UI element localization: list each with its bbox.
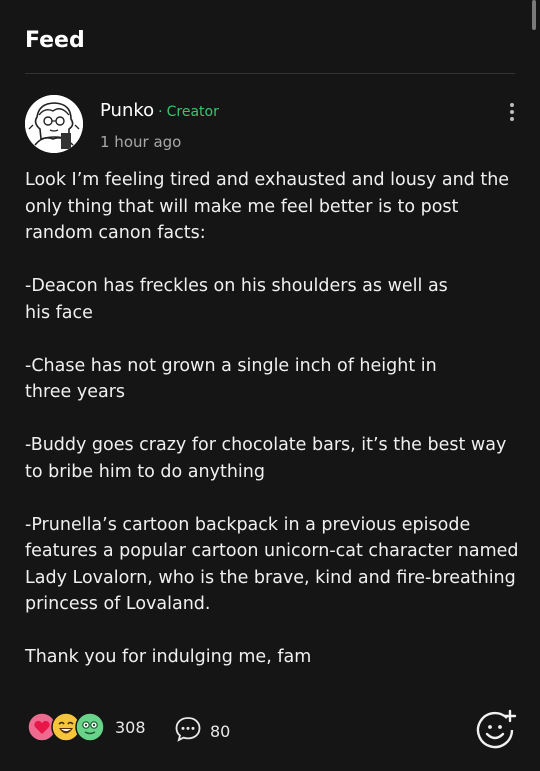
author-avatar[interactable]: [25, 95, 83, 153]
reaction-count: 308: [115, 717, 146, 737]
post-paragraph: Look I’m feeling tired and exhausted and…: [25, 170, 510, 243]
post-paragraph: Thank you for indulging me, fam: [25, 647, 312, 667]
header-divider: [25, 73, 515, 74]
vertical-dots-icon: [510, 110, 514, 114]
vertical-dots-icon: [510, 117, 514, 121]
comment-count: 80: [210, 721, 231, 741]
post-timestamp: 1 hour ago: [100, 133, 182, 151]
post-body: Look I’m feeling tired and exhausted and…: [25, 167, 520, 697]
role-separator: ·: [158, 104, 163, 120]
scrollbar[interactable]: [532, 0, 536, 30]
author-name[interactable]: Punko: [100, 100, 154, 121]
speech-bubble-icon: [174, 715, 202, 747]
post-paragraph: -Chase has not grown a single inch of he…: [25, 355, 437, 403]
reactions-summary[interactable]: 308: [27, 712, 146, 742]
vertical-dots-icon: [510, 103, 514, 107]
page-title: Feed: [25, 28, 85, 53]
author-line: Punko · Creator: [100, 100, 219, 121]
post-paragraph: -Deacon has freckles on his shoulders as…: [25, 276, 448, 323]
more-options-button[interactable]: [500, 100, 524, 124]
creator-badge: Creator: [166, 104, 219, 120]
comments-button[interactable]: 80: [174, 715, 230, 747]
add-reaction-button[interactable]: [474, 708, 518, 752]
smiley-plus-icon: [476, 709, 517, 749]
post-paragraph: -Buddy goes crazy for chocolate bars, it…: [25, 435, 507, 482]
post-paragraph: -Prunella’s cartoon backpack in a previo…: [25, 514, 519, 615]
green-face-reaction-icon: [75, 712, 105, 742]
avatar-drawing: [25, 95, 83, 153]
